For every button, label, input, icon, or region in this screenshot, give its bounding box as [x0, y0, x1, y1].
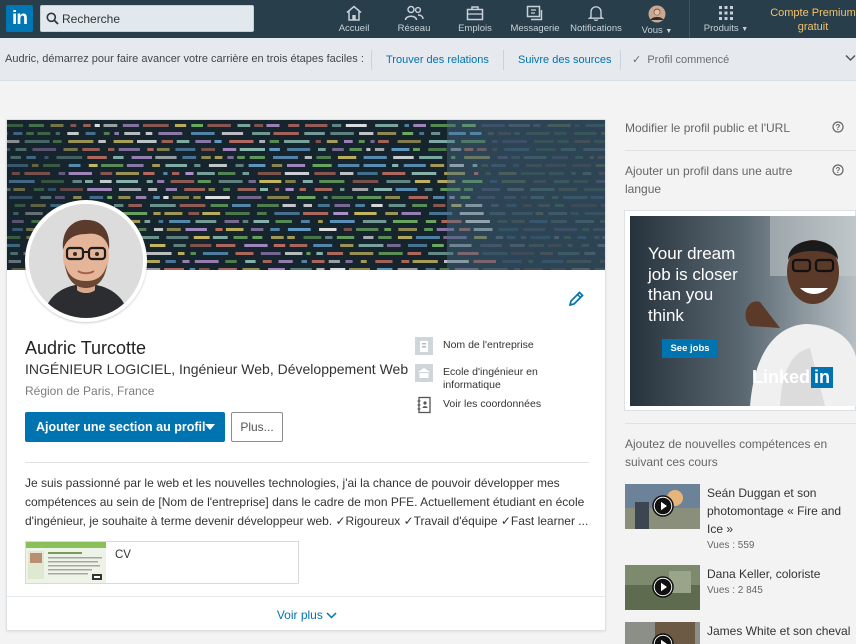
course-item[interactable]: Dana Keller, coloriste Vues : 2 845: [625, 565, 856, 610]
edit-pencil-icon[interactable]: [568, 291, 584, 307]
course-views: Vues : 559: [707, 540, 755, 551]
divider: [620, 50, 621, 70]
company-icon: [415, 337, 433, 355]
nav-notifications[interactable]: Notifications: [568, 3, 624, 37]
profile-name: Audric Turcotte: [25, 338, 147, 358]
profile-started-label: Profil commencé: [647, 54, 730, 66]
network-icon: [404, 5, 424, 21]
briefcase-icon: [466, 6, 484, 21]
add-language-profile-link[interactable]: Ajouter un profil dans une autre langue: [625, 162, 820, 198]
nav-products-label: Produits ▼: [700, 23, 752, 34]
course-views: Vues : 2 845: [707, 585, 763, 596]
profile-headline: INGÉNIEUR LOGICIEL, Ingénieur Web, Dével…: [25, 361, 409, 377]
svg-text:?: ?: [836, 123, 841, 132]
company-name: Nom de l'entreprise: [443, 339, 534, 351]
search-box[interactable]: [40, 5, 254, 32]
course-thumbnail: [625, 484, 700, 529]
top-nav-bar: in Accueil Réseau Emplois Messagerie Not…: [0, 0, 856, 38]
follow-sources-link[interactable]: Suivre des sources: [518, 54, 612, 66]
search-input[interactable]: [62, 9, 247, 28]
avatar-icon: [648, 5, 666, 23]
nav-me-label: Vous ▼: [638, 25, 676, 36]
course-title: James White et son cheval: [707, 624, 851, 638]
linkedin-logo[interactable]: in: [6, 5, 33, 32]
divider: [625, 150, 856, 151]
profile-card: Audric Turcotte INGÉNIEUR LOGICIEL, Ingé…: [6, 119, 606, 631]
play-icon: [652, 576, 674, 598]
nav-jobs[interactable]: Emplois: [456, 3, 494, 37]
cv-media-attachment[interactable]: CV: [25, 541, 299, 584]
nav-network[interactable]: Réseau: [396, 3, 432, 37]
onboarding-bar: Audric, démarrez pour faire avancer votr…: [0, 38, 856, 81]
ad-headline: Your dream job is closer than you think: [648, 244, 738, 325]
nav-me[interactable]: Vous ▼: [638, 3, 676, 37]
course-item[interactable]: Seán Duggan et son photomontage « Fire a…: [625, 484, 856, 554]
linkedin-logo: Linked in: [752, 367, 834, 388]
contact-info-label: Voir les coordonnées: [443, 398, 542, 410]
course-thumbnail: [625, 565, 700, 610]
onboarding-text: Audric, démarrez pour faire avancer votr…: [5, 53, 364, 65]
linkedin-jobs-ad[interactable]: Your dream job is closer than you think …: [624, 210, 856, 411]
nav-notifications-label: Notifications: [570, 23, 622, 34]
home-icon: [346, 5, 362, 21]
divider: [25, 462, 589, 463]
school-icon: [415, 364, 433, 382]
help-icon[interactable]: ?: [832, 121, 844, 133]
nav-messaging[interactable]: Messagerie: [510, 3, 560, 37]
nav-home-label: Accueil: [338, 23, 370, 34]
nav-home[interactable]: Accueil: [336, 3, 372, 37]
checkmark-icon: ✓: [632, 54, 642, 66]
nav-products-text: Produits: [703, 23, 739, 34]
linkedin-logo-text: Linked: [752, 367, 811, 387]
address-book-icon: [417, 396, 431, 414]
divider: [503, 50, 504, 70]
play-icon: [652, 495, 674, 517]
cv-label: CV: [115, 549, 131, 561]
play-icon: [652, 633, 674, 644]
course-thumbnail: [625, 622, 700, 644]
nav-messaging-label: Messagerie: [510, 23, 560, 34]
caret-down-icon: ▼: [741, 26, 749, 33]
nav-jobs-label: Emplois: [458, 23, 492, 34]
divider: [625, 423, 856, 424]
nav-products[interactable]: Produits ▼: [700, 3, 752, 37]
course-title: Seán Duggan et son photomontage « Fire a…: [707, 486, 842, 536]
linkedin-logo-in: in: [811, 367, 834, 388]
nav-separator: [689, 0, 690, 38]
cv-thumbnail: [26, 542, 106, 583]
find-connections-link[interactable]: Trouver des relations: [386, 54, 489, 66]
caret-down-icon: [205, 424, 215, 430]
search-icon: [46, 12, 59, 25]
profile-summary: Je suis passionné par le web et les nouv…: [25, 476, 589, 528]
profile-started-step: ✓ Profil commencé: [632, 53, 729, 66]
bell-icon: [588, 6, 604, 21]
profile-photo[interactable]: [25, 200, 147, 322]
school-name: Ecole d'ingénieur en informatique: [443, 366, 538, 391]
see-more-label: Voir plus: [276, 608, 323, 622]
nav-network-label: Réseau: [397, 23, 431, 34]
ad-image: Your dream job is closer than you think …: [630, 216, 856, 406]
messaging-icon: [526, 5, 543, 21]
course-title: Dana Keller, coloriste: [707, 567, 821, 581]
chevron-down-icon: [326, 612, 337, 619]
premium-link[interactable]: Compte Premium gratuit: [770, 7, 856, 34]
chevron-down-icon[interactable]: [845, 54, 856, 62]
see-jobs-button[interactable]: See jobs: [662, 339, 718, 358]
see-more-button[interactable]: Voir plus: [7, 596, 605, 630]
help-icon[interactable]: ?: [832, 164, 844, 176]
courses-heading: Ajoutez de nouvelles compétences en suiv…: [625, 437, 828, 469]
caret-down-icon: ▼: [665, 28, 673, 35]
divider: [371, 50, 372, 70]
profile-location: Région de Paris, France: [25, 384, 155, 398]
add-profile-section-button[interactable]: Ajouter une section au profil: [25, 412, 225, 442]
nav-me-text: Vous: [641, 25, 663, 36]
add-profile-section-label: Ajouter une section au profil: [36, 420, 206, 434]
more-button[interactable]: Plus...: [231, 412, 283, 442]
edit-public-profile-link[interactable]: Modifier le profil public et l'URL: [625, 119, 815, 137]
grid-icon: [719, 6, 733, 20]
svg-text:?: ?: [836, 166, 841, 175]
course-item[interactable]: James White et son cheval: [625, 622, 856, 644]
